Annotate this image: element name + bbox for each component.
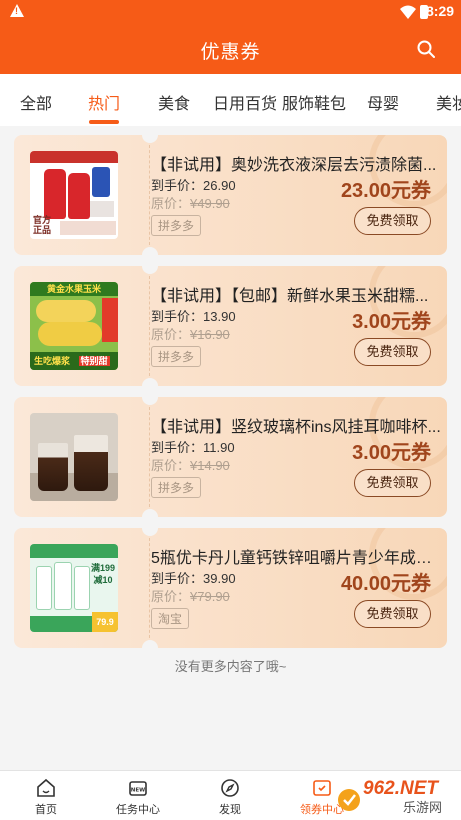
- original-price: 原价：¥79.90: [151, 589, 230, 604]
- final-price: 到手价：11.90: [151, 440, 235, 455]
- home-icon: [37, 778, 55, 797]
- end-of-list-note: 没有更多内容了哦~: [174, 659, 287, 674]
- product-image: 黄金水果玉米 生吃爆浆 特别甜: [30, 282, 118, 370]
- svg-text:NEW: NEW: [131, 788, 145, 794]
- final-price: 到手价：26.90: [151, 178, 236, 193]
- product-title: 【非试用】【包邮】新鲜水果玉米甜糯...: [151, 288, 429, 305]
- product-image: 官方 正品: [30, 151, 118, 239]
- original-price: 原价：¥49.90: [151, 196, 230, 211]
- final-price: 到手价：13.90: [151, 309, 236, 324]
- tab-daily-goods[interactable]: 日用百货: [213, 90, 277, 114]
- product-title: 【非试用】竖纹玻璃杯ins风挂耳咖啡杯...: [151, 419, 441, 436]
- original-price: 原价：¥14.90: [151, 458, 230, 473]
- platform-badge: 拼多多: [151, 477, 202, 498]
- status-time: 8:29: [426, 3, 455, 19]
- task-icon: NEW: [129, 781, 147, 796]
- status-bar: 8:29: [0, 0, 461, 24]
- app-header: 优惠券: [0, 24, 461, 74]
- nav-task-center[interactable]: NEW 任务中心: [92, 773, 184, 817]
- tab-baby[interactable]: 母婴: [367, 90, 399, 114]
- product-image: [30, 413, 118, 501]
- original-price: 原价：¥16.90: [151, 327, 230, 342]
- svg-text:962.NET: 962.NET: [363, 778, 439, 799]
- claim-button[interactable]: 免费领取: [354, 207, 431, 235]
- coupon-value: 23.00元券: [340, 180, 431, 202]
- nav-home[interactable]: 首页: [0, 773, 92, 817]
- tab-hot[interactable]: 热门: [88, 90, 120, 114]
- product-title: 【非试用】奥妙洗衣液深层去污渍除菌...: [151, 157, 437, 174]
- coupon-card[interactable]: 【非试用】竖纹玻璃杯ins风挂耳咖啡杯... 到手价：11.90 原价：¥14.…: [14, 397, 447, 517]
- search-icon[interactable]: [417, 40, 435, 58]
- tab-beauty[interactable]: 美妆: [436, 90, 461, 114]
- coupon-card[interactable]: 官方 正品 【非试用】奥妙洗衣液深层去污渍除菌... 到手价：26.90 原价：…: [14, 135, 447, 255]
- product-image: 满199 减10 79.9: [30, 544, 118, 632]
- product-title: 5瓶优卡丹儿童钙铁锌咀嚼片青少年成长...: [151, 550, 441, 567]
- platform-badge: 淘宝: [151, 608, 190, 629]
- site-watermark-logo: 962.NET 乐游网: [338, 778, 442, 816]
- category-tabs: 全部 热门 美食 日用百货 服饰鞋包 母婴 美妆: [0, 74, 461, 126]
- active-tab-indicator: [89, 120, 119, 124]
- coupon-card[interactable]: 满199 减10 79.9 5瓶优卡丹儿童钙铁锌咀嚼片青少年成长... 到手价：…: [14, 528, 447, 648]
- coupon-value: 3.00元券: [352, 311, 431, 333]
- coupon-value: 3.00元券: [352, 442, 431, 464]
- tab-food[interactable]: 美食: [158, 90, 190, 114]
- tab-apparel[interactable]: 服饰鞋包: [282, 90, 346, 114]
- coupon-value: 40.00元券: [340, 573, 431, 595]
- wifi-icon: [400, 5, 416, 19]
- warning-icon: [10, 4, 24, 17]
- platform-badge: 拼多多: [151, 215, 202, 236]
- tab-all[interactable]: 全部: [20, 90, 52, 114]
- claim-button[interactable]: 免费领取: [354, 469, 431, 497]
- page-title: 优惠券: [200, 42, 261, 63]
- claim-button[interactable]: 免费领取: [354, 338, 431, 366]
- claim-button[interactable]: 免费领取: [354, 600, 431, 628]
- nav-discover[interactable]: 发现: [184, 773, 276, 817]
- platform-badge: 拼多多: [151, 346, 202, 367]
- compass-icon: [221, 779, 239, 797]
- coupon-icon: [313, 780, 331, 796]
- svg-text:乐游网: 乐游网: [403, 801, 442, 816]
- final-price: 到手价：39.90: [151, 571, 236, 586]
- coupon-card[interactable]: 黄金水果玉米 生吃爆浆 特别甜 【非试用】【包邮】新鲜水果玉米甜糯... 到手价…: [14, 266, 447, 386]
